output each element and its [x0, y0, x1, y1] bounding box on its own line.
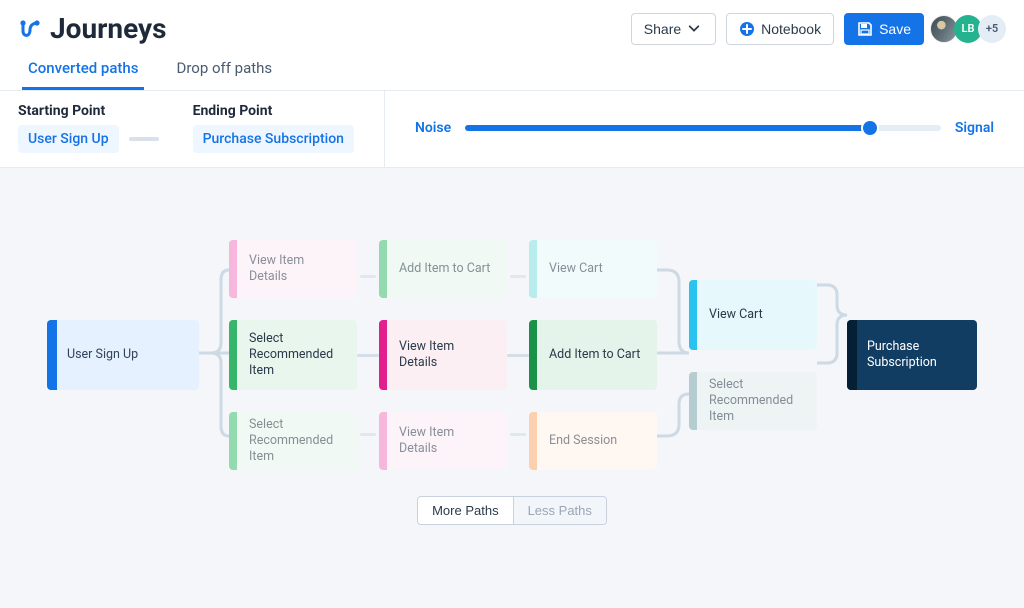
flow-connector — [360, 433, 376, 436]
notebook-label: Notebook — [761, 21, 821, 37]
path-toggle-group: More Paths Less Paths — [417, 496, 607, 525]
flow-connector — [510, 433, 526, 436]
chevron-down-icon — [687, 21, 703, 37]
flow-card[interactable]: Add Item to Cart — [529, 320, 657, 390]
path-connector-icon — [129, 137, 159, 141]
tab-drop-off-paths[interactable]: Drop off paths — [170, 59, 278, 90]
avatar-group[interactable]: LB +5 — [934, 15, 1006, 43]
flow-card[interactable]: Select Recommended Item — [229, 412, 357, 470]
flow-end-label: Purchase Subscription — [867, 339, 963, 372]
flow-card[interactable]: View Item Details — [229, 240, 357, 298]
noise-label: Noise — [415, 120, 451, 136]
notebook-button[interactable]: Notebook — [726, 13, 834, 45]
signal-label: Signal — [955, 120, 994, 136]
slider-handle[interactable] — [863, 121, 877, 135]
flow-end-card[interactable]: Purchase Subscription — [847, 320, 977, 390]
flow-card[interactable]: Add Item to Cart — [379, 240, 507, 298]
flow-card[interactable]: End Session — [529, 412, 657, 470]
flow-connector — [510, 275, 526, 278]
branch-right-icon — [817, 240, 847, 470]
save-label: Save — [879, 21, 911, 37]
starting-point-pill[interactable]: User Sign Up — [18, 125, 119, 153]
starting-point-head: Starting Point — [18, 103, 159, 119]
flow-start-card[interactable]: User Sign Up — [47, 320, 199, 390]
tab-converted-paths[interactable]: Converted paths — [22, 59, 144, 90]
flow-card[interactable]: Select Recommended Item — [689, 372, 817, 430]
noise-signal-slider[interactable] — [465, 125, 941, 131]
flow-canvas: User Sign Up View Item Details Select Re… — [0, 168, 1024, 608]
flow-card[interactable]: View Item Details — [379, 320, 507, 390]
flow-card[interactable]: Select Recommended Item — [229, 320, 357, 390]
flow-card[interactable]: View Cart — [689, 280, 817, 350]
branch-left-icon — [199, 240, 229, 470]
share-button[interactable]: Share — [631, 13, 716, 45]
page-title: Journeys — [50, 12, 167, 45]
flow-card[interactable]: View Item Details — [379, 412, 507, 470]
logo-icon — [18, 17, 42, 41]
flow-connector — [357, 354, 379, 357]
noise-signal-control: Noise Signal — [415, 120, 1006, 136]
save-button[interactable]: Save — [844, 13, 924, 45]
avatar-more[interactable]: +5 — [978, 15, 1006, 43]
plus-circle-icon — [739, 21, 755, 37]
save-icon — [857, 21, 873, 37]
more-paths-button[interactable]: More Paths — [418, 497, 512, 524]
flow-connector — [360, 275, 376, 278]
less-paths-button: Less Paths — [514, 497, 606, 524]
ending-point-pill[interactable]: Purchase Subscription — [193, 125, 354, 153]
ending-point-head: Ending Point — [193, 103, 354, 119]
vertical-divider — [384, 91, 385, 167]
flow-start-label: User Sign Up — [67, 347, 138, 363]
branch-merge-icon — [657, 240, 689, 470]
share-label: Share — [644, 21, 681, 37]
flow-card[interactable]: View Cart — [529, 240, 657, 298]
flow-connector — [507, 354, 529, 357]
